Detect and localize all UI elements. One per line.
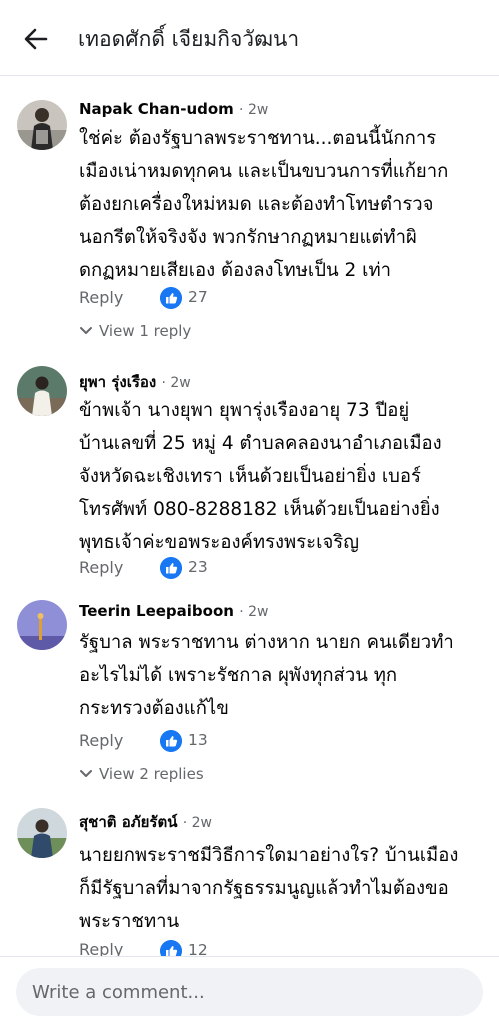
comment-line: พุทธเจ้าค่ะขอพระองค์ทรงพระเจริญ ￼￼ [79, 532, 365, 553]
comment-composer [0, 956, 499, 1024]
commenter-name[interactable]: ยุพา รุ่งเรือง [79, 373, 156, 391]
comment-line: โทรศัพท์ 080-8288182 เห็นด้วยเป็นอย่างยิ… [79, 499, 440, 520]
comment-line: ก็มีรัฐบาลที่มาจากรัฐธรรมนูญแล้วทำไมต้อง… [79, 878, 449, 899]
comment-line: ข้าพเจ้า นางยุพา￼ ยุพารุ่งเรืองอายุ 73 ป… [79, 400, 410, 421]
comment-time: · 2w [239, 102, 269, 118]
comment-line: อะไรไม่ได้ เพราะรัชกาล ผุพังทุกส่วน ทุก [79, 665, 398, 686]
comment-line: บ้านเลขที่ 25 หมู่ 4 ตำบลคลองนาอำเภอเมือ… [79, 433, 442, 454]
comment-time: · 2w [182, 815, 212, 831]
comment-line: กระทรวงต้องแก้ไข [79, 698, 229, 719]
commenter-name[interactable]: Teerin Leepaiboon [79, 602, 234, 620]
avatar[interactable] [17, 600, 67, 650]
comment-text: ข้าพเจ้า นางยุพา￼ ยุพารุ่งเรืองอายุ 73 ป… [79, 394, 491, 559]
comment-line: เมืองเน่าหมดทุกคน และเป็นขบวนการที่แก้ยา… [79, 161, 449, 182]
like-icon [160, 287, 182, 309]
back-arrow-icon[interactable] [22, 25, 50, 53]
view-replies-label: View 2 replies [99, 765, 204, 783]
comment-input[interactable] [16, 968, 483, 1016]
view-replies-button[interactable]: View 2 replies [79, 765, 204, 783]
reply-button[interactable]: Reply [79, 731, 123, 750]
like-count: 13 [188, 731, 208, 749]
comment-line: นอกรีตให้จริงจัง พวกรักษากฏหมายแต่ทำผิ [79, 227, 417, 248]
comment-line: ต้องยกเครื่องใหม่หมด และต้องทำโทษตำรวจ [79, 194, 434, 215]
like-icon [160, 730, 182, 752]
comment-line: รัฐบาล พระราชทาน ต่างหาก นายก คนเดียวทำ [79, 632, 454, 653]
comment-text: ใช่ค่ะ ต้องรัฐบาลพระราชทาน...ตอนนี้นักกา… [79, 122, 491, 287]
reply-button[interactable]: Reply [79, 558, 123, 577]
comment-line: ดกฏหมายเสียเอง ต้องลงโทษเป็น 2 เท่า [79, 260, 392, 281]
reply-button[interactable]: Reply [79, 288, 123, 307]
comment-time: · 2w [239, 604, 269, 620]
comment-line: จังหวัดฉะเชิงเทรา เห็นด้วยเป็นอย่ายิ่ง￼ … [79, 466, 421, 487]
like-count: 27 [188, 288, 208, 306]
commenter-name[interactable]: Napak Chan-udom [79, 100, 234, 118]
view-replies-button[interactable]: View 1 reply [79, 322, 191, 340]
commenter-name-row: สุชาติ อภัยรัตน์ · 2w [79, 810, 212, 834]
avatar[interactable] [17, 808, 67, 858]
view-replies-label: View 1 reply [99, 322, 192, 340]
comment-line: พระราชทาน [79, 911, 180, 932]
commenter-name-row: Napak Chan-udom · 2w [79, 100, 268, 118]
comment-actions: Reply [79, 558, 123, 577]
comment-line: ใช่ค่ะ ต้องรัฐบาลพระราชทาน...ตอนนี้นักกา… [79, 128, 437, 149]
page-title: เทอดศักดิ์ เจียมกิจวัฒนา [78, 27, 300, 51]
commenter-name-row: Teerin Leepaiboon · 2w [79, 602, 268, 620]
chevron-down-icon [80, 327, 92, 334]
top-app-bar: เทอดศักดิ์ เจียมกิจวัฒนา [0, 0, 499, 76]
commenter-name-row: ยุพา รุ่งเรือง · 2w [79, 370, 191, 394]
like-icon [160, 557, 182, 579]
comment-actions: Reply [79, 288, 123, 307]
avatar[interactable] [17, 100, 67, 150]
comment-line: นายยกพระราชมีวิธีการใดมาอย่างใร? บ้านเมื… [79, 845, 459, 866]
comment-actions: Reply [79, 731, 123, 750]
comment-text: รัฐบาล พระราชทาน ต่างหาก นายก คนเดียวทำ … [79, 626, 491, 725]
comment-time: · 2w [161, 375, 191, 391]
commenter-name[interactable]: สุชาติ อภัยรัตน์ [79, 813, 177, 831]
chevron-down-icon [80, 770, 92, 777]
avatar[interactable] [17, 366, 67, 416]
like-count: 23 [188, 558, 208, 576]
comment-text: นายยกพระราชมีวิธีการใดมาอย่างใร? บ้านเมื… [79, 839, 491, 938]
